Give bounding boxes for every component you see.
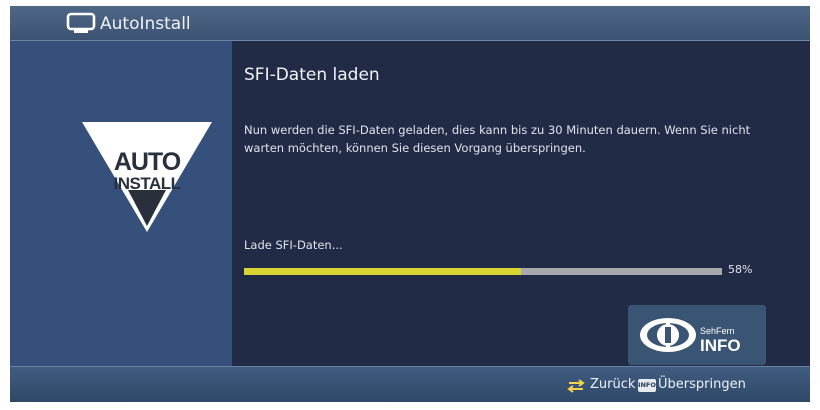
sehfern-text: SehFern (700, 326, 735, 336)
sehfern-info-logo-graphic: SehFern INFO (640, 318, 741, 355)
tv-icon (66, 12, 96, 33)
info-key-icon: INFO (638, 379, 656, 392)
description-text: Nun werden die SFI-Daten geladen, dies k… (244, 123, 751, 155)
logo-text-auto: AUTO (113, 148, 181, 176)
loading-label: Lade SFI-Daten... (244, 238, 343, 252)
autoinstall-window: AutoInstall AUTO INSTALL SFI-Daten laden… (10, 6, 810, 402)
window-title: AutoInstall (100, 14, 191, 34)
title-bar: AutoInstall (10, 6, 810, 41)
progress-percent: 58% (728, 263, 753, 276)
logo-text-install: INSTALL (113, 174, 181, 193)
return-arrows-icon (567, 379, 585, 393)
back-button[interactable]: Zurück (590, 377, 635, 392)
sehfern-info-logo: SehFern INFO (628, 305, 766, 365)
footer-bar: Zurück INFO Überspringen (10, 366, 810, 402)
main-panel: SFI-Daten laden Nun werden die SFI-Daten… (232, 41, 810, 366)
page-heading: SFI-Daten laden (244, 65, 380, 85)
progress-fill (244, 268, 522, 275)
progress-bar (244, 268, 722, 275)
skip-button[interactable]: Überspringen (658, 377, 746, 392)
info-text: INFO (700, 336, 741, 355)
